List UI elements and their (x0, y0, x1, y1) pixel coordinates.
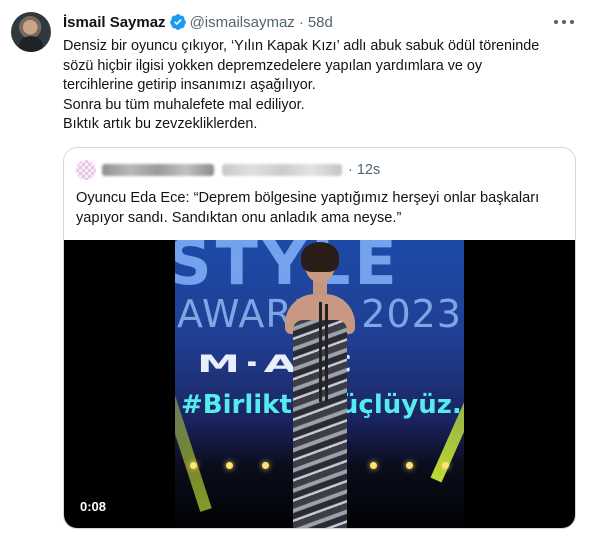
more-options-icon[interactable] (554, 14, 574, 30)
tweet-text: Densiz bir oyuncu çıkıyor, ‘Yılın Kapak … (63, 37, 575, 135)
microphone-icon (319, 302, 322, 402)
tweet-text-line: Bıktık artık bu zevzekliklerden. (63, 116, 258, 132)
tweet: İsmail Saymaz @ismailsaymaz · 58d Densiz… (0, 0, 590, 539)
video-duration: 0:08 (76, 497, 111, 516)
quoted-tweet-header: · 12s (76, 160, 380, 180)
video-player[interactable]: STYLE AWARDS 2023 M·A·C #Birlikte Güçlüy… (64, 240, 575, 528)
author-handle[interactable]: @ismailsaymaz (190, 14, 295, 31)
quoted-author-avatar-blurred[interactable] (76, 160, 96, 180)
author-avatar[interactable] (11, 12, 51, 52)
tweet-text-line: Densiz bir oyuncu çıkıyor, ‘Yılın Kapak … (63, 38, 540, 54)
header-separator: · (298, 13, 304, 31)
stage-light-beam (430, 240, 464, 483)
tweet-text-line: sözü hiçbir ilgisi yokken depremzedelere… (63, 57, 483, 74)
quoted-tweet-timestamp[interactable]: 12s (357, 162, 380, 178)
tweet-text-line: Sonra bu tüm muhalefete mal ediliyor. (63, 96, 305, 113)
video-frame: STYLE AWARDS 2023 M·A·C #Birlikte Güçlüy… (175, 240, 464, 528)
quoted-text-line: yapıyor sandı. Sandıktan onu anladık ama… (76, 210, 402, 226)
tweet-text-line: tercihlerine getirip insanımızı aşağılıy… (63, 77, 316, 93)
author-name[interactable]: İsmail Saymaz (63, 14, 166, 31)
quoted-text-line: Oyuncu Eda Ece: “Deprem bölgesine yaptığ… (76, 190, 540, 206)
quoted-author-handle-blurred[interactable] (222, 164, 342, 176)
verified-badge-icon (169, 14, 186, 30)
quoted-author-name-blurred[interactable] (102, 164, 214, 176)
quoted-tweet-text: Oyuncu Eda Ece: “Deprem bölgesine yaptığ… (76, 188, 566, 228)
quoted-header-separator: · (348, 162, 353, 178)
tweet-header: İsmail Saymaz @ismailsaymaz · 58d (63, 12, 333, 32)
tweet-timestamp[interactable]: 58d (308, 14, 333, 31)
quoted-tweet[interactable]: · 12s Oyuncu Eda Ece: “Deprem bölgesine … (63, 147, 576, 529)
speaker-figure (279, 242, 361, 528)
